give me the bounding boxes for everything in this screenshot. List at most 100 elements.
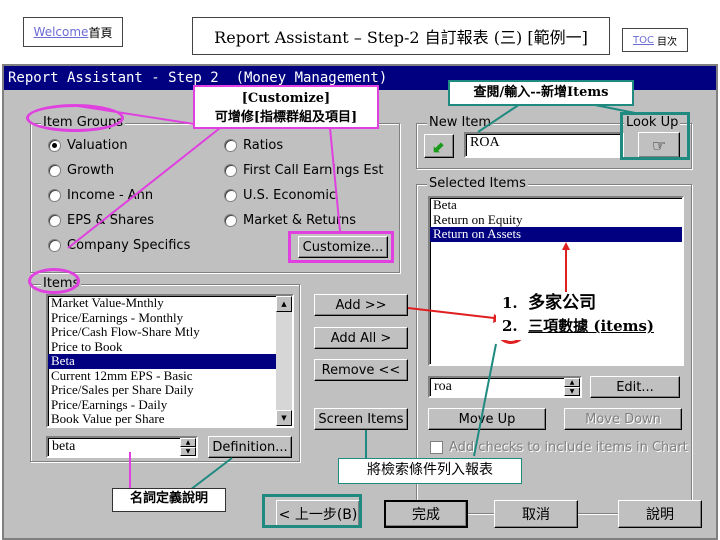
items-list-item[interactable]: Current 12mm EPS - Basic bbox=[48, 368, 292, 384]
screen-items-button-label: Screen Items bbox=[318, 411, 404, 427]
radio-valuation[interactable]: Valuation bbox=[48, 138, 128, 153]
spin-up-icon[interactable]: ▲ bbox=[564, 378, 580, 387]
spin-down-icon[interactable]: ▼ bbox=[180, 447, 196, 456]
lookup-note: 查閱/輸入--新增Items bbox=[448, 80, 634, 106]
selected-items-listbox[interactable]: Beta Return on Equity Return on Assets bbox=[428, 196, 684, 366]
add-all-button[interactable]: Add All > bbox=[314, 327, 408, 349]
radio-us-economic[interactable]: U.S. Economic bbox=[224, 188, 336, 203]
list-note-1-text: 多家公司 bbox=[528, 293, 597, 313]
selected_items-list-item[interactable]: Return on Equity bbox=[430, 212, 682, 228]
definition-note: 名詞定義說明 bbox=[112, 488, 226, 512]
selected-item-value: roa bbox=[434, 379, 452, 394]
list-note-2-num: 2. bbox=[502, 317, 518, 335]
customize-note: [Customize] 可增修[指標群組及項目] bbox=[193, 85, 379, 129]
spin-control[interactable]: ▲ ▼ bbox=[564, 378, 580, 396]
move-up-button[interactable]: Move Up bbox=[428, 408, 546, 430]
items-list-item[interactable]: Price/Cash Flow-Share Mtly bbox=[48, 324, 292, 340]
add-button-label: Add >> bbox=[335, 297, 387, 313]
cancel-button[interactable]: 取消 bbox=[494, 500, 578, 528]
edit-button-label: Edit... bbox=[616, 379, 654, 395]
radio-label: EPS & Shares bbox=[67, 213, 154, 228]
items-scrollbar[interactable]: ▲ ▼ bbox=[276, 296, 292, 426]
spin-up-icon[interactable]: ▲ bbox=[180, 438, 196, 447]
selected_items-list-item[interactable]: Return on Assets bbox=[430, 226, 682, 242]
welcome-link[interactable]: Welcome bbox=[34, 25, 89, 39]
scroll-down-icon[interactable]: ▼ bbox=[276, 410, 292, 426]
items-list-item[interactable]: Price/Earnings - Daily bbox=[48, 397, 292, 413]
finish-button[interactable]: 完成 bbox=[384, 500, 468, 528]
items-highlight bbox=[28, 268, 80, 294]
items-list-item[interactable]: Price to Book bbox=[48, 339, 292, 355]
move-down-button[interactable]: Move Down bbox=[564, 408, 682, 430]
radio-dot[interactable] bbox=[224, 164, 237, 177]
items-list-item[interactable]: Price/Sales per Share Daily bbox=[48, 382, 292, 398]
help-button-label: 說明 bbox=[646, 507, 674, 523]
scroll-up-icon[interactable]: ▲ bbox=[276, 296, 292, 312]
new-item-value: ROA bbox=[470, 135, 500, 150]
look-up-highlight bbox=[620, 112, 690, 160]
home-label: 首頁 bbox=[88, 25, 113, 40]
radio-market-returns[interactable]: Market & Returns bbox=[224, 213, 356, 228]
toc-link[interactable]: TOC bbox=[633, 35, 654, 46]
items-listbox[interactable]: Market Value-Mnthly Price/Earnings - Mont… bbox=[46, 294, 294, 428]
radio-dot[interactable] bbox=[224, 139, 237, 152]
customize-note-line1: [Customize] bbox=[241, 91, 331, 106]
items-list: Market Value-Mnthly Price/Earnings - Mont… bbox=[48, 296, 292, 427]
radio-dot[interactable] bbox=[48, 164, 61, 177]
edit-button[interactable]: Edit... bbox=[590, 376, 680, 398]
add-button[interactable]: Add >> bbox=[314, 294, 408, 316]
green-arrow-icon[interactable]: ⬋ bbox=[424, 134, 454, 158]
items-search-field[interactable]: beta ▲ ▼ bbox=[46, 436, 198, 458]
radio-income[interactable]: Income - Ann bbox=[48, 188, 153, 203]
radio-label: Ratios bbox=[243, 138, 284, 153]
list-note-2-text: 三項數據 (items) bbox=[528, 317, 655, 335]
items-list-item[interactable]: Market Value-Mnthly bbox=[48, 296, 292, 311]
finish-button-label: 完成 bbox=[412, 507, 440, 523]
move-up-button-label: Move Up bbox=[458, 411, 516, 427]
toc-label: 目次 bbox=[656, 36, 677, 48]
spin-control[interactable]: ▲ ▼ bbox=[180, 438, 196, 456]
customize-highlight bbox=[288, 231, 394, 263]
radio-company-specifics[interactable]: Company Specifics bbox=[48, 238, 190, 253]
radio-dot[interactable] bbox=[48, 139, 61, 152]
radio-ratios[interactable]: Ratios bbox=[224, 138, 283, 153]
radio-label: Company Specifics bbox=[67, 238, 191, 253]
definition-button[interactable]: Definition... bbox=[208, 436, 292, 458]
remove-button[interactable]: Remove << bbox=[314, 359, 408, 381]
radio-dot[interactable] bbox=[48, 214, 61, 227]
chart-checkbox-row[interactable]: Add checks to include items in Chart bbox=[430, 440, 688, 455]
radio-dot[interactable] bbox=[224, 189, 237, 202]
radio-first-call[interactable]: First Call Earnings Est bbox=[224, 163, 384, 178]
new-item-field[interactable]: ROA bbox=[464, 132, 624, 158]
radio-dot[interactable] bbox=[224, 214, 237, 227]
selected-items-list: Beta Return on Equity Return on Assets bbox=[430, 198, 682, 242]
screen-note: 將檢索條件列入報表 bbox=[338, 458, 522, 484]
add-all-button-label: Add All > bbox=[330, 330, 392, 346]
radio-label: First Call Earnings Est bbox=[243, 163, 384, 178]
radio-dot[interactable] bbox=[48, 189, 61, 202]
radio-growth[interactable]: Growth bbox=[48, 163, 114, 178]
item-groups-highlight bbox=[26, 104, 124, 132]
radio-label: Market & Returns bbox=[243, 213, 357, 228]
welcome-home-box: Welcome 首頁 bbox=[23, 17, 123, 47]
list-note: 1. 多家公司 2. 三項數據 (items) bbox=[496, 292, 684, 340]
items-list-item[interactable]: Price/Earnings - Monthly bbox=[48, 310, 292, 326]
selected-items-label: Selected Items bbox=[427, 176, 528, 191]
spin-down-icon[interactable]: ▼ bbox=[564, 387, 580, 396]
items-list-item[interactable]: Beta bbox=[48, 353, 292, 369]
radio-eps-shares[interactable]: EPS & Shares bbox=[48, 213, 154, 228]
items-list-item[interactable]: Price/Book Value - Mthly bbox=[51, 426, 185, 427]
radio-dot[interactable] bbox=[48, 239, 61, 252]
slide-title: Report Assistant – Step-2 自訂報表 (三) [範例一] bbox=[192, 17, 610, 55]
chart-checkbox[interactable] bbox=[430, 441, 443, 454]
move-down-button-label: Move Down bbox=[585, 411, 661, 427]
list-note-1-num: 1. bbox=[502, 294, 518, 312]
radio-label: Growth bbox=[67, 163, 115, 178]
help-button[interactable]: 說明 bbox=[618, 500, 702, 528]
toc-box: TOC 目次 bbox=[622, 28, 688, 52]
selected-item-field[interactable]: roa ▲ ▼ bbox=[428, 376, 582, 398]
selected_items-list-item[interactable]: Beta bbox=[430, 198, 682, 213]
radio-label: U.S. Economic bbox=[243, 188, 337, 203]
items-list-item[interactable]: Book Value per Share bbox=[48, 411, 292, 426]
screen-items-button[interactable]: Screen Items bbox=[314, 408, 408, 430]
